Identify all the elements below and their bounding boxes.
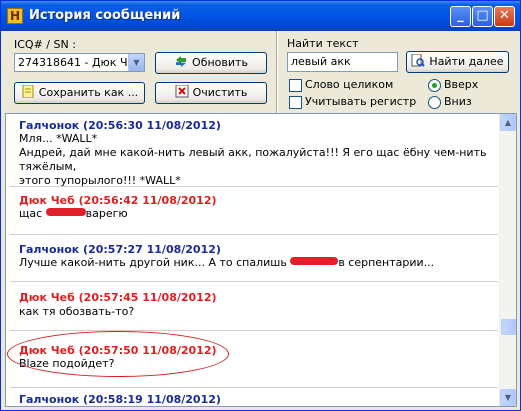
- message-divider: [10, 281, 498, 282]
- message-text: как тя обозвать-то?: [19, 305, 489, 319]
- message-line: Андрей, дай мне какой-нить левый акк, по…: [19, 146, 487, 173]
- direction-up-radio[interactable]: [428, 79, 441, 92]
- direction-up-label: Вверх: [444, 78, 479, 91]
- maximize-icon: □: [476, 8, 489, 23]
- minimize-button[interactable]: _: [450, 6, 471, 27]
- window-title: История сообщений: [29, 8, 181, 23]
- message-line: Мля... *WALL*: [19, 132, 98, 145]
- maximize-button[interactable]: □: [472, 6, 493, 27]
- message-text-end: варегю: [85, 207, 128, 220]
- vertical-scrollbar[interactable]: ▲ ▼: [499, 114, 516, 406]
- message-text: Мля... *WALL* Андрей, дай мне какой-нить…: [19, 132, 489, 188]
- clear-label: Очистить: [192, 86, 248, 99]
- message-text: Лучше какой-нить другой ник... А то спал…: [19, 256, 489, 270]
- message-line: Blaze подойдет?: [19, 357, 115, 370]
- message-header: Галчонок (20:56:30 11/08/2012): [19, 119, 221, 132]
- minimize-icon: _: [457, 8, 464, 23]
- refresh-label: Обновить: [192, 56, 248, 69]
- refresh-button[interactable]: Обновить: [155, 52, 267, 74]
- app-icon: H: [7, 8, 23, 24]
- match-case-label: Учитывать регистр: [305, 95, 417, 108]
- close-button[interactable]: ✕: [494, 6, 515, 27]
- refresh-icon: [176, 56, 187, 67]
- title-bar[interactable]: H История сообщений _ □ ✕: [1, 1, 520, 31]
- message-text: щас варегю: [19, 207, 489, 221]
- message-header: Галчонок (20:57:27 11/08/2012): [19, 243, 221, 256]
- message-divider: [10, 330, 498, 331]
- redaction-mark: [45, 208, 86, 216]
- chevron-down-icon[interactable]: ▼: [128, 54, 144, 71]
- scroll-thumb[interactable]: [501, 319, 516, 335]
- direction-down-label: Вниз: [444, 95, 472, 108]
- contact-select[interactable]: 274318641 - Дюк Чеб ▼: [14, 53, 145, 72]
- search-input[interactable]: левый акк: [287, 52, 398, 72]
- message-header: Галчонок (20:58:19 11/08/2012): [19, 393, 221, 406]
- message-text-start: Лучше какой-нить другой ник... А то спал…: [19, 256, 291, 269]
- delete-icon: [175, 85, 189, 98]
- close-icon: ✕: [499, 8, 510, 23]
- contact-select-value: 274318641 - Дюк Чеб: [18, 56, 142, 69]
- redaction-mark: [290, 257, 339, 265]
- whole-word-checkbox[interactable]: [289, 79, 302, 92]
- scroll-up-button[interactable]: ▲: [500, 114, 516, 131]
- match-case-checkbox[interactable]: [289, 96, 302, 109]
- direction-down-radio[interactable]: [428, 96, 441, 109]
- find-icon: [411, 54, 426, 67]
- message-text: Blaze подойдет?: [19, 357, 489, 371]
- find-next-button[interactable]: Найти далее: [406, 51, 509, 73]
- clear-button[interactable]: Очистить: [155, 82, 267, 104]
- whole-word-label: Слово целиком: [305, 78, 394, 91]
- icq-label: ICQ# / SN :: [14, 38, 76, 51]
- message-text-start: щас: [19, 207, 46, 220]
- message-header: Дюк Чеб (20:57:50 11/08/2012): [19, 344, 217, 357]
- message-line: как тя обозвать-то?: [19, 305, 135, 318]
- arrow-down-icon: ▼: [504, 393, 512, 402]
- search-label: Найти текст: [287, 37, 359, 50]
- history-window: H История сообщений _ □ ✕ ICQ# / SN : 27…: [0, 0, 521, 411]
- toolbar-divider: [276, 31, 278, 113]
- save-as-button[interactable]: Сохранить как ...: [14, 82, 145, 104]
- message-divider: [10, 186, 498, 187]
- find-next-label: Найти далее: [429, 55, 504, 68]
- message-header: Дюк Чеб (20:57:45 11/08/2012): [19, 291, 217, 304]
- message-divider: [10, 234, 498, 235]
- scroll-down-button[interactable]: ▼: [500, 389, 516, 406]
- arrow-up-icon: ▲: [504, 118, 512, 127]
- message-header: Дюк Чеб (20:56:42 11/08/2012): [19, 194, 217, 207]
- message-divider: [10, 387, 498, 388]
- message-text-end: в серпентарии...: [338, 256, 435, 269]
- save-as-label: Сохранить как ...: [38, 86, 139, 99]
- save-icon: [22, 85, 34, 98]
- message-history-list[interactable]: Галчонок (20:56:30 11/08/2012) Мля... *W…: [5, 113, 517, 407]
